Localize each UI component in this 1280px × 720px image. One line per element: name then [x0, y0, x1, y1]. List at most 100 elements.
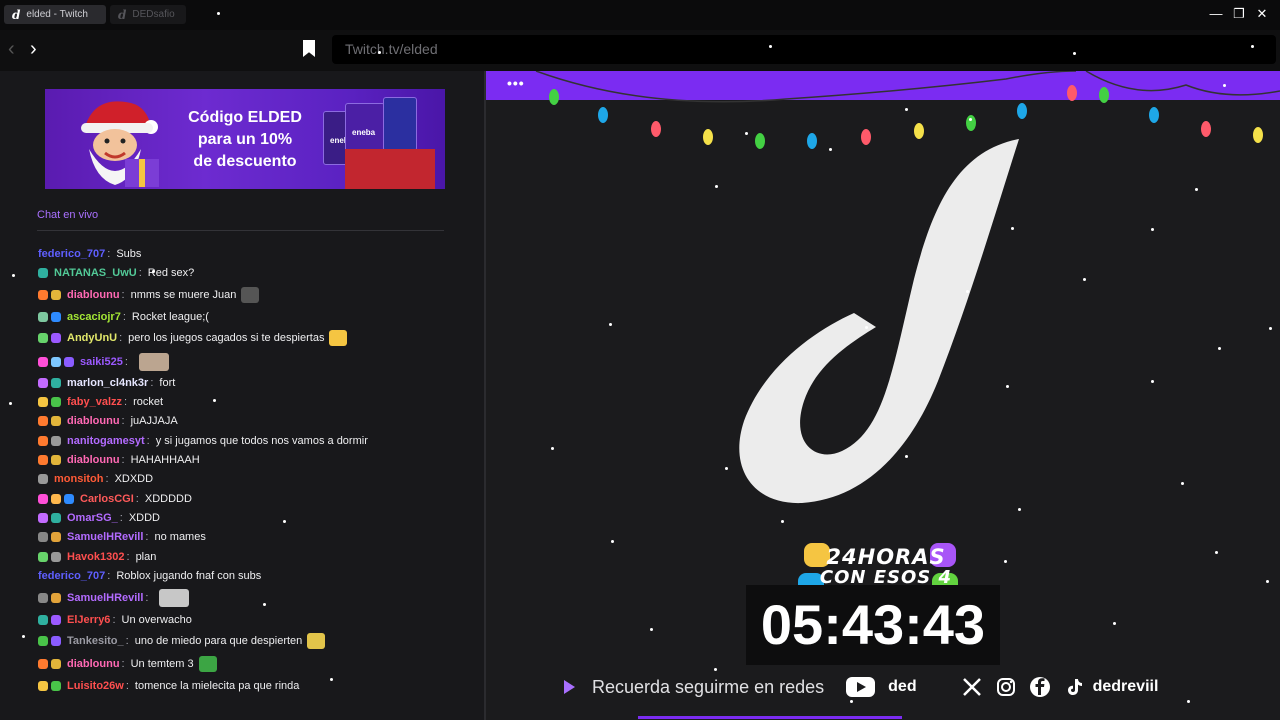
chat-text: Un overwacho [121, 614, 192, 626]
chat-username[interactable]: CarlosCGI [80, 493, 134, 505]
chat-username[interactable]: NATANAS_UwU [54, 267, 137, 279]
chat-badge-icon [38, 378, 48, 388]
chat-username[interactable]: ElJerry6 [67, 614, 110, 626]
chat-badge-icon [51, 397, 61, 407]
url-bar[interactable]: Twitch.tv/elded [332, 35, 1276, 64]
youtube-handle: ded [888, 678, 917, 695]
chat-separator: : [121, 415, 125, 427]
snowflake [1006, 385, 1009, 388]
minimize-icon[interactable]: — [1206, 6, 1226, 21]
chat-username[interactable]: AndyUnU [67, 332, 117, 344]
social-handle: dedreviil [1092, 678, 1159, 695]
chat-separator: : [119, 332, 123, 344]
snowflake [283, 520, 286, 523]
badge-group [38, 552, 64, 562]
snowflake [551, 447, 554, 450]
chat-message: CarlosCGI: XDDDDD [38, 490, 192, 508]
chat-message: NATANAS_UwU: Red sex? [38, 264, 194, 282]
snowflake [263, 603, 266, 606]
chat-username[interactable]: Luisito26w [67, 680, 124, 692]
chat-username[interactable]: nanitogamesyt [67, 435, 145, 447]
chat-text: juAJJAJA [130, 415, 178, 427]
chat-username[interactable]: SamuelHRevill [67, 531, 143, 543]
chat-username[interactable]: federico_707 [38, 248, 105, 260]
chat-message: diablounu: HAHAHHAAH [38, 451, 200, 469]
chat-separator: : [122, 311, 126, 323]
streamer-d-logo [739, 139, 1019, 504]
promo-text: Código ELDED para un 10% de descuento [188, 109, 302, 170]
badge-group [38, 268, 51, 278]
snowflake [745, 132, 748, 135]
snowflake [611, 540, 614, 543]
tab-elded[interactable]: d elded - Twitch [4, 5, 106, 24]
chat-badge-icon [51, 532, 61, 542]
chat-text: fort [159, 377, 176, 389]
chat-separator: : [124, 356, 128, 368]
snowflake [781, 520, 784, 523]
forward-icon[interactable]: › [30, 38, 37, 61]
snowflake [1251, 45, 1254, 48]
badge-group [38, 513, 64, 523]
chat-separator: : [145, 531, 149, 543]
chat-message: Tankesito_: uno de miedo para que despier… [38, 632, 326, 650]
snowflake [12, 274, 15, 277]
chat-badge-icon [38, 532, 48, 542]
chat-username[interactable]: diablounu [67, 289, 120, 301]
chat-text: HAHAHHAAH [130, 454, 200, 466]
chat-separator: : [105, 473, 109, 485]
tab-dedsafio[interactable]: d DEDsafio [110, 5, 186, 24]
chat-username[interactable]: diablounu [67, 454, 120, 466]
chat-badge-icon [51, 416, 61, 426]
chat-separator: : [146, 435, 150, 447]
chat-badge-icon [38, 436, 48, 446]
snowflake [213, 399, 216, 402]
chat-badge-icon [51, 681, 61, 691]
chat-username[interactable]: diablounu [67, 658, 120, 670]
chat-username[interactable]: saiki525 [80, 356, 123, 368]
restore-icon[interactable]: ❐ [1229, 6, 1249, 22]
chat-badge-icon [38, 290, 48, 300]
chat-separator: : [121, 289, 125, 301]
close-icon[interactable]: ✕ [1252, 6, 1272, 22]
chat-text: no mames [154, 531, 206, 543]
tiktok-icon [1063, 676, 1085, 698]
chat-username[interactable]: federico_707 [38, 570, 105, 582]
chat-username[interactable]: marlon_cl4nk3r [67, 377, 148, 389]
chat-badge-icon [38, 659, 48, 669]
chat-message: diablounu: juAJJAJA [38, 412, 178, 430]
snowflake [850, 700, 853, 703]
chat-emote-icon [138, 353, 169, 371]
back-icon[interactable]: ‹ [8, 38, 15, 61]
chat-badge-icon [38, 357, 48, 367]
chat-badge-icon [38, 552, 48, 562]
chat-message: diablounu: Un temtem 3 [38, 655, 217, 673]
chat-badge-icon [51, 357, 61, 367]
chat-username[interactable]: ascaciojr7 [67, 311, 121, 323]
snowflake [330, 678, 333, 681]
chat-emote-icon [198, 656, 217, 672]
chat-username[interactable]: Tankesito_ [67, 635, 124, 647]
chat-badge-icon [51, 615, 61, 625]
chat-badge-icon [51, 333, 61, 343]
snowflake [378, 51, 381, 54]
snowflake [715, 185, 718, 188]
chat-separator: : [150, 377, 154, 389]
chat-badge-icon [38, 681, 48, 691]
chat-username[interactable]: faby_valzz [67, 396, 122, 408]
snowflake [1266, 580, 1269, 583]
snowflake [217, 12, 220, 15]
chat-username[interactable]: OmarSG_ [67, 512, 118, 524]
instagram-icon [995, 676, 1017, 698]
snowflake [9, 402, 12, 405]
chat-username[interactable]: Havok1302 [67, 551, 125, 563]
chat-username[interactable]: diablounu [67, 415, 120, 427]
chat-message: marlon_cl4nk3r: fort [38, 374, 175, 392]
chat-badge-icon [51, 552, 61, 562]
chat-emote-icon [159, 589, 190, 607]
chat-badge-icon [51, 436, 61, 446]
promo-banner[interactable]: Código ELDED para un 10% de descuento en… [45, 89, 445, 189]
chat-badge-icon [51, 659, 61, 669]
chat-username[interactable]: SamuelHRevill [67, 592, 143, 604]
chat-text: XDDDDD [144, 493, 192, 505]
chat-username[interactable]: monsitoh [54, 473, 104, 485]
